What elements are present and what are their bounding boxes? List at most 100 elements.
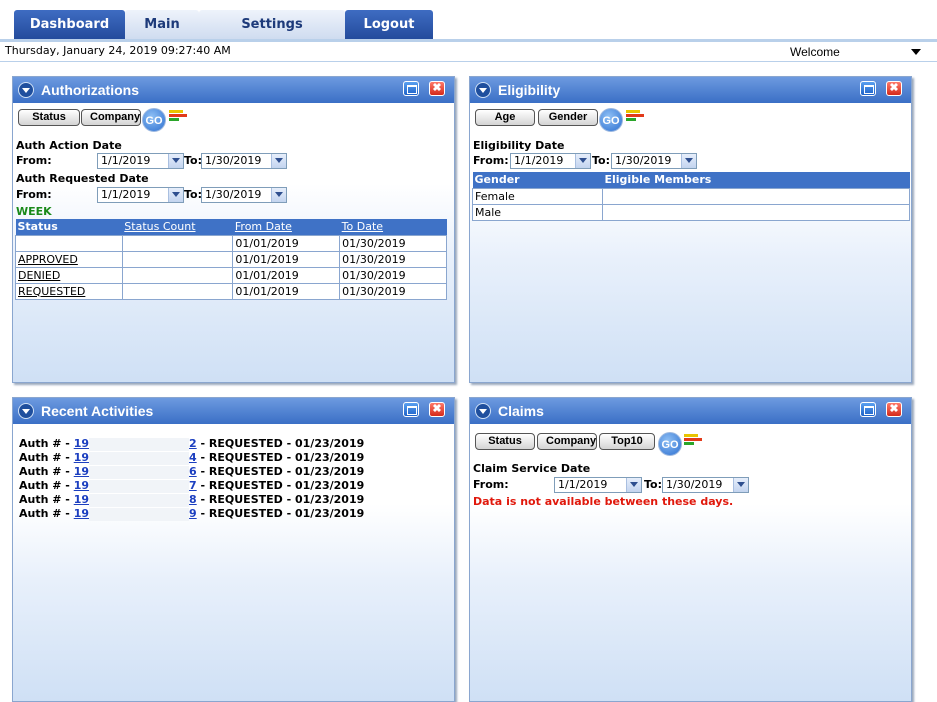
chevron-down-icon <box>575 154 590 168</box>
maximize-icon[interactable] <box>860 81 876 96</box>
column-header-from-date[interactable]: From Date <box>232 219 340 235</box>
list-item: Auth # - 19 8 - REQUESTED - 01/23/2019 <box>19 493 364 507</box>
eligibility-to-select[interactable]: 1/30/2019 <box>611 153 697 169</box>
status-cell[interactable]: APPROVED <box>15 250 123 268</box>
auth-requested-to-select[interactable]: 1/30/2019 <box>201 187 287 203</box>
auth-link[interactable]: 19 <box>74 507 89 520</box>
to-date-cell: 01/30/2019 <box>339 234 447 252</box>
chevron-down-icon[interactable] <box>911 49 921 55</box>
table-row: APPROVED 01/01/2019 01/30/2019 <box>15 250 447 268</box>
auth-link[interactable]: 19 <box>74 451 89 464</box>
maximize-icon[interactable] <box>403 81 419 96</box>
status-cell[interactable]: DENIED <box>15 266 123 284</box>
auth-link[interactable]: 19 <box>74 437 89 450</box>
go-button[interactable]: GO <box>599 108 623 132</box>
activity-text: - REQUESTED - 01/23/2019 <box>196 451 365 464</box>
close-icon[interactable]: ✖ <box>886 402 902 417</box>
close-icon[interactable]: ✖ <box>886 81 902 96</box>
select-value: 1/1/2019 <box>514 154 564 167</box>
collapse-icon[interactable] <box>18 82 34 98</box>
authorizations-panel: Authorizations ✖ Status Company GO Auth … <box>12 76 455 383</box>
status-link-denied[interactable]: DENIED <box>18 269 60 282</box>
auth-link[interactable]: 6 <box>189 465 197 478</box>
count-cell <box>121 266 234 284</box>
status-button[interactable]: Status <box>475 433 535 450</box>
eligibility-table: Gender Eligible Members Female Male <box>472 172 910 221</box>
column-header-eligible-members: Eligible Members <box>602 172 910 188</box>
chart-icon[interactable] <box>626 110 644 122</box>
status-link-requested[interactable]: REQUESTED <box>18 285 85 298</box>
maximize-icon[interactable] <box>403 402 419 417</box>
column-header-gender: Gender <box>472 172 603 188</box>
panel-title: Eligibility <box>498 82 561 98</box>
chevron-down-icon <box>626 478 641 492</box>
table-row: DENIED 01/01/2019 01/30/2019 <box>15 266 447 284</box>
collapse-icon[interactable] <box>475 82 491 98</box>
column-header-status-count[interactable]: Status Count <box>122 219 233 235</box>
close-icon[interactable]: ✖ <box>429 81 445 96</box>
from-label: From: <box>16 154 52 167</box>
to-date-cell: 01/30/2019 <box>339 282 447 300</box>
auth-link[interactable]: 4 <box>189 451 197 464</box>
auth-link[interactable]: 2 <box>189 437 197 450</box>
auth-link[interactable]: 19 <box>74 493 89 506</box>
go-button[interactable]: GO <box>658 432 682 456</box>
maximize-icon[interactable] <box>860 402 876 417</box>
table-header-row: Gender Eligible Members <box>472 172 910 188</box>
close-icon[interactable]: ✖ <box>429 402 445 417</box>
from-date-cell: 01/01/2019 <box>232 266 341 284</box>
auth-link[interactable]: 9 <box>189 507 197 520</box>
claim-service-date-label: Claim Service Date <box>473 462 591 475</box>
status-cell[interactable]: REQUESTED <box>15 282 123 300</box>
from-label: From: <box>16 188 52 201</box>
header-divider <box>0 61 937 62</box>
company-button[interactable]: Company <box>537 433 597 450</box>
select-value: 1/1/2019 <box>101 188 151 201</box>
status-link-approved[interactable]: APPROVED <box>18 253 78 266</box>
chart-icon[interactable] <box>169 110 187 122</box>
age-button[interactable]: Age <box>475 109 535 126</box>
company-button[interactable]: Company <box>81 109 141 126</box>
auth-link[interactable]: 7 <box>189 479 197 492</box>
tab-logout[interactable]: Logout <box>345 10 433 39</box>
table-header-row: Status Status Count From Date To Date <box>15 219 447 235</box>
activity-text: - REQUESTED - 01/23/2019 <box>196 493 365 506</box>
tab-dashboard[interactable]: Dashboard <box>14 10 125 39</box>
redacted-block <box>89 465 190 479</box>
chevron-down-icon <box>733 478 748 492</box>
eligibility-from-select[interactable]: 1/1/2019 <box>510 153 591 169</box>
eligibility-panel-header: Eligibility ✖ <box>470 77 911 103</box>
from-date-cell: 01/01/2019 <box>232 250 341 268</box>
auth-link[interactable]: 19 <box>74 479 89 492</box>
collapse-icon[interactable] <box>18 403 34 419</box>
list-item: Auth # - 19 4 - REQUESTED - 01/23/2019 <box>19 451 364 465</box>
chart-icon[interactable] <box>684 434 702 446</box>
gender-button[interactable]: Gender <box>538 109 598 126</box>
top10-button[interactable]: Top10 <box>599 433 655 450</box>
select-value: 1/30/2019 <box>205 154 262 167</box>
chevron-down-icon <box>271 154 286 168</box>
select-value: 1/30/2019 <box>205 188 262 201</box>
go-button[interactable]: GO <box>142 108 166 132</box>
column-header-to-date[interactable]: To Date <box>339 219 447 235</box>
to-date-cell: 01/30/2019 <box>339 266 447 284</box>
welcome-menu-label[interactable]: Welcome <box>790 45 840 59</box>
tab-main[interactable]: Main <box>125 10 199 39</box>
claims-to-select[interactable]: 1/30/2019 <box>662 477 749 493</box>
activity-text: - REQUESTED - 01/23/2019 <box>196 437 365 450</box>
auth-link[interactable]: 19 <box>74 465 89 478</box>
collapse-icon[interactable] <box>475 403 491 419</box>
members-cell <box>602 187 910 205</box>
from-date-cell: 01/01/2019 <box>232 234 341 252</box>
auth-action-to-select[interactable]: 1/30/2019 <box>201 153 287 169</box>
list-item: Auth # - 19 6 - REQUESTED - 01/23/2019 <box>19 465 364 479</box>
tab-settings[interactable]: Settings <box>199 10 345 39</box>
claims-from-select[interactable]: 1/1/2019 <box>554 477 642 493</box>
status-button[interactable]: Status <box>18 109 80 126</box>
auth-requested-from-select[interactable]: 1/1/2019 <box>97 187 184 203</box>
members-cell <box>602 203 910 221</box>
activity-text: - REQUESTED - 01/23/2019 <box>196 465 365 478</box>
auth-action-from-select[interactable]: 1/1/2019 <box>97 153 184 169</box>
panel-title: Authorizations <box>41 82 139 98</box>
auth-link[interactable]: 8 <box>189 493 197 506</box>
